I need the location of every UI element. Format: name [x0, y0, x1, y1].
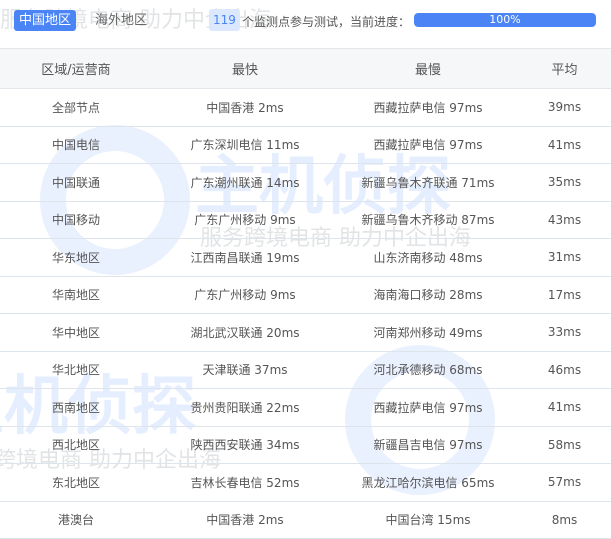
- slowest-cell: 西藏拉萨电信 97ms: [338, 388, 518, 427]
- region-cell: 华东地区: [0, 238, 152, 277]
- fastest-cell: 贵州贵阳联通 22ms: [152, 388, 338, 427]
- region-cell: 华北地区: [0, 351, 152, 389]
- fastest-cell: 吉林长春电信 52ms: [152, 463, 338, 502]
- node-count-badge: 119: [209, 9, 240, 31]
- table-row: 华北地区 天津联通 37ms 河北承德移动 68ms 46ms: [0, 351, 611, 389]
- fastest-cell: 天津联通 37ms: [152, 351, 338, 389]
- progress-label: 100%: [489, 13, 521, 26]
- fastest-cell: 广东广州移动 9ms: [152, 276, 338, 314]
- slowest-cell: 西藏拉萨电信 97ms: [338, 126, 518, 164]
- region-cell: 中国电信: [0, 126, 152, 164]
- tab-china[interactable]: 中国地区: [14, 10, 77, 31]
- region-cell: 西南地区: [0, 388, 152, 427]
- fastest-cell: 江西南昌联通 19ms: [152, 238, 338, 277]
- region-cell: 华南地区: [0, 276, 152, 314]
- average-cell: 41ms: [518, 126, 611, 164]
- fastest-cell: 陕西西安联通 34ms: [152, 426, 338, 464]
- slowest-cell: 河北承德移动 68ms: [338, 351, 518, 389]
- column-header: 平均: [518, 48, 611, 89]
- table-row: 华南地区 广东广州移动 9ms 海南海口移动 28ms 17ms: [0, 276, 611, 314]
- fastest-cell: 中国香港 2ms: [152, 501, 338, 539]
- average-cell: 41ms: [518, 388, 611, 427]
- column-header: 最慢: [338, 48, 518, 89]
- table-row: 华中地区 湖北武汉联通 20ms 河南郑州移动 49ms 33ms: [0, 313, 611, 352]
- tab-overseas[interactable]: 海外地区: [90, 10, 152, 31]
- fastest-cell: 湖北武汉联通 20ms: [152, 313, 338, 352]
- top-bar: 中国地区 海外地区 119 个监测点参与测试，当前进度： 100%: [0, 0, 611, 48]
- region-cell: 东北地区: [0, 463, 152, 502]
- slowest-cell: 山东济南移动 48ms: [338, 238, 518, 277]
- progress-description: 个监测点参与测试，当前进度：: [242, 15, 411, 29]
- average-cell: 35ms: [518, 163, 611, 202]
- average-cell: 39ms: [518, 88, 611, 127]
- slowest-cell: 新疆昌吉电信 97ms: [338, 426, 518, 464]
- table-row: 东北地区 吉林长春电信 52ms 黑龙江哈尔滨电信 65ms 57ms: [0, 463, 611, 502]
- average-cell: 17ms: [518, 276, 611, 314]
- results-table: 区域/运营商 最快 最慢 平均 全部节点 中国香港 2ms 西藏拉萨电信 97ms 39ms…: [0, 48, 611, 539]
- table-row: 西北地区 陕西西安联通 34ms 新疆昌吉电信 97ms 58ms: [0, 426, 611, 464]
- table-row: 华东地区 江西南昌联通 19ms 山东济南移动 48ms 31ms: [0, 238, 611, 277]
- table-row: 中国联通 广东潮州联通 14ms 新疆乌鲁木齐联通 71ms 35ms: [0, 163, 611, 202]
- table-row: 西南地区 贵州贵阳联通 22ms 西藏拉萨电信 97ms 41ms: [0, 388, 611, 427]
- average-cell: 8ms: [518, 501, 611, 539]
- region-cell: 港澳台: [0, 501, 152, 539]
- slowest-cell: 中国台湾 15ms: [338, 501, 518, 539]
- column-header: 区域/运营商: [0, 48, 152, 89]
- table-row: 中国电信 广东深圳电信 11ms 西藏拉萨电信 97ms 41ms: [0, 126, 611, 164]
- slowest-cell: 黑龙江哈尔滨电信 65ms: [338, 463, 518, 502]
- average-cell: 46ms: [518, 351, 611, 389]
- average-cell: 43ms: [518, 201, 611, 239]
- fastest-cell: 广东广州移动 9ms: [152, 201, 338, 239]
- fastest-cell: 广东深圳电信 11ms: [152, 126, 338, 164]
- table-row: 中国移动 广东广州移动 9ms 新疆乌鲁木齐移动 87ms 43ms: [0, 201, 611, 239]
- average-cell: 57ms: [518, 463, 611, 502]
- table-row: 全部节点 中国香港 2ms 西藏拉萨电信 97ms 39ms: [0, 88, 611, 127]
- region-cell: 全部节点: [0, 88, 152, 127]
- region-cell: 华中地区: [0, 313, 152, 352]
- slowest-cell: 西藏拉萨电信 97ms: [338, 88, 518, 127]
- table-row: 港澳台 中国香港 2ms 中国台湾 15ms 8ms: [0, 501, 611, 539]
- average-cell: 58ms: [518, 426, 611, 464]
- slowest-cell: 海南海口移动 28ms: [338, 276, 518, 314]
- average-cell: 31ms: [518, 238, 611, 277]
- fastest-cell: 中国香港 2ms: [152, 88, 338, 127]
- region-cell: 西北地区: [0, 426, 152, 464]
- progress-bar: 100%: [414, 13, 596, 27]
- slowest-cell: 新疆乌鲁木齐联通 71ms: [338, 163, 518, 202]
- region-cell: 中国联通: [0, 163, 152, 202]
- region-cell: 中国移动: [0, 201, 152, 239]
- slowest-cell: 新疆乌鲁木齐移动 87ms: [338, 201, 518, 239]
- fastest-cell: 广东潮州联通 14ms: [152, 163, 338, 202]
- column-header: 最快: [152, 48, 338, 89]
- slowest-cell: 河南郑州移动 49ms: [338, 313, 518, 352]
- average-cell: 33ms: [518, 313, 611, 352]
